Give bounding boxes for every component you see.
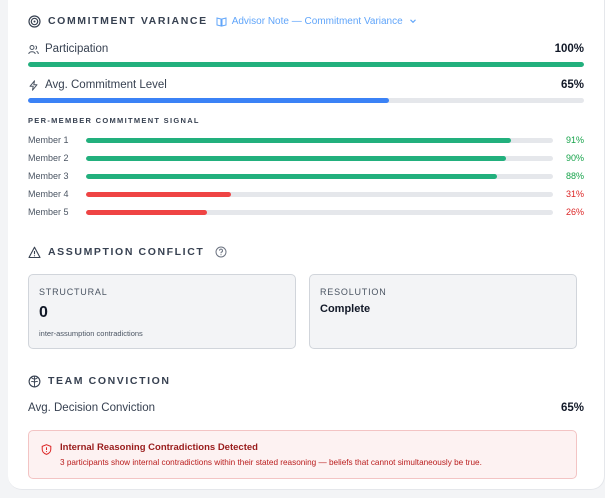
- avg-commitment-bar-fill: [28, 98, 390, 103]
- member-value: 26%: [565, 207, 584, 217]
- section-title: TEAM CONVICTION: [48, 375, 171, 387]
- team-conviction-header: TEAM CONVICTION: [28, 371, 171, 391]
- member-value: 90%: [565, 153, 584, 163]
- member-row: Member 2 90%: [28, 149, 584, 167]
- alert-title: Internal Reasoning Contradictions Detect…: [60, 442, 258, 453]
- member-name: Member 3: [28, 171, 69, 181]
- member-name: Member 2: [28, 153, 69, 163]
- member-name: Member 4: [28, 189, 69, 199]
- section-title: COMMITMENT VARIANCE: [48, 15, 208, 27]
- member-row: Member 3 88%: [28, 167, 584, 185]
- member-bar-fill: [86, 209, 208, 215]
- participation-bar: [28, 62, 584, 67]
- alert-body: 3 participants show internal contradicti…: [60, 458, 482, 467]
- resolution-label: RESOLUTION: [320, 287, 387, 297]
- section-title: ASSUMPTION CONFLICT: [48, 246, 205, 258]
- per-member-title: PER-MEMBER COMMITMENT SIGNAL: [28, 116, 200, 125]
- advisor-note-link[interactable]: Advisor Note — Commitment Variance: [216, 16, 417, 27]
- avg-conviction-value: 65%: [560, 402, 584, 414]
- advisor-note-label: Advisor Note — Commitment Variance: [231, 15, 403, 27]
- avg-conviction-row: Avg. Decision Conviction 65%: [28, 400, 584, 416]
- member-list: Member 1 91% Member 2 90% Member 3 88% Member …: [28, 131, 584, 221]
- member-bar: [86, 155, 553, 161]
- commitment-variance-header: COMMITMENT VARIANCE Advisor Note — Commi…: [28, 11, 417, 31]
- member-bar: [86, 173, 553, 179]
- member-bar-fill: [86, 191, 231, 197]
- member-row: Member 5 26%: [28, 203, 584, 221]
- member-bar: [86, 191, 553, 197]
- warning-icon: [28, 246, 41, 259]
- avg-commitment-label: Avg. Commitment Level: [45, 79, 167, 91]
- participation-bar-fill: [28, 62, 584, 67]
- member-value: 31%: [565, 189, 584, 199]
- resolution-box: RESOLUTION Complete: [309, 274, 577, 349]
- resolution-value: Complete: [320, 303, 371, 315]
- member-bar-fill: [86, 137, 511, 143]
- avg-commitment-metric: Avg. Commitment Level 65%: [28, 77, 584, 103]
- participation-value: 100%: [554, 43, 584, 55]
- brain-icon: [28, 375, 41, 388]
- help-circle-icon[interactable]: [215, 246, 227, 258]
- avg-conviction-label: Avg. Decision Conviction: [28, 402, 155, 414]
- member-bar: [86, 209, 553, 215]
- member-name: Member 5: [28, 207, 69, 217]
- bolt-icon: [28, 79, 39, 91]
- book-icon: [216, 16, 227, 27]
- member-value: 91%: [565, 135, 584, 145]
- participation-metric: Participation 100%: [28, 41, 584, 67]
- structural-box: STRUCTURAL 0 inter-assumption contradict…: [28, 274, 296, 349]
- avg-commitment-value: 65%: [560, 79, 584, 91]
- member-value: 88%: [565, 171, 584, 181]
- member-bar: [86, 137, 553, 143]
- member-row: Member 1 91%: [28, 131, 584, 149]
- member-bar-fill: [86, 155, 507, 161]
- structural-sub: inter-assumption contradictions: [39, 329, 143, 338]
- chevron-down-icon: [409, 17, 417, 25]
- contradiction-alert: Internal Reasoning Contradictions Detect…: [28, 430, 577, 479]
- shield-alert-icon: [41, 442, 52, 455]
- member-bar-fill: [86, 173, 497, 179]
- assumption-conflict-header: ASSUMPTION CONFLICT: [28, 242, 234, 262]
- structural-label: STRUCTURAL: [39, 287, 108, 297]
- member-row: Member 4 31%: [28, 185, 584, 203]
- avg-commitment-bar: [28, 98, 584, 103]
- users-icon: [28, 44, 39, 55]
- participation-label: Participation: [45, 43, 109, 55]
- target-icon: [28, 14, 41, 28]
- member-name: Member 1: [28, 135, 69, 145]
- analysis-card: COMMITMENT VARIANCE Advisor Note — Commi…: [8, 0, 605, 490]
- structural-value: 0: [39, 304, 48, 321]
